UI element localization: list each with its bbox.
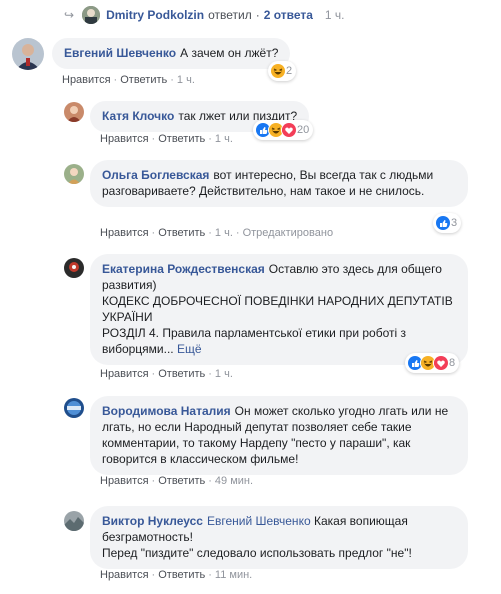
avatar[interactable] [64,511,84,531]
comment-actions: Нравится · Ответить · 49 мин. [100,475,254,487]
reply-time[interactable]: 1 ч. [325,7,345,23]
laughing-face-icon [270,63,286,79]
heart-icon [281,122,297,138]
mention-link[interactable]: Евгений Шевченко [207,514,311,528]
reply-button[interactable]: Ответить [158,368,205,380]
reply-author[interactable]: Dmitry Podkolzin [106,7,204,23]
comment-time[interactable]: 49 мин. [215,475,253,487]
reply-count[interactable]: 2 ответа [264,7,313,23]
comment-text-line: РОЗДІЛ 4. Правила парламентської етики п… [102,326,406,356]
reply-button[interactable]: Ответить [158,227,205,239]
comment-author[interactable]: Катя Клочко [102,109,174,123]
comment-author[interactable]: Евгений Шевченко [64,46,176,60]
comment-bubble: Виктор Нуклеусс Евгений Шевченко Какая во… [90,506,468,569]
comment-author[interactable]: Ольга Боглевская [102,168,209,182]
comment-author[interactable]: Вородимова Наталия [102,404,231,418]
replies-summary[interactable]: ↪ Dmitry Podkolzin ответил · 2 ответа 1 … [64,6,345,24]
comment-bubble: Ольга Боглевская вот интересно, Вы всегда… [90,160,468,207]
reactions-summary[interactable]: 2 [268,61,297,81]
thumbs-up-icon [435,215,451,231]
comment-bubble: Вородимова Наталия Он может сколько угодн… [90,396,468,475]
edited-label[interactable]: Отредактировано [243,227,334,239]
heart-icon [433,355,449,371]
comment-author[interactable]: Виктор Нуклеусс [102,514,203,528]
avatar[interactable] [12,38,44,70]
like-button[interactable]: Нравится [100,133,149,145]
comment-time[interactable]: 1 ч. [215,227,233,239]
reactions-count: 20 [297,124,310,136]
reactions-count: 3 [451,217,458,229]
comment-actions: Нравится · Ответить · 1 ч. [62,74,195,86]
comment-actions: Нравится · Ответить · 11 мин. [100,569,253,581]
comment-actions: Нравится · Ответить · 1 ч. [100,133,233,145]
reply-button[interactable]: Ответить [158,569,205,581]
comment-time[interactable]: 1 ч. [177,74,195,86]
comment-actions: Нравится · Ответить · 1 ч. [100,368,233,380]
avatar[interactable] [82,6,101,24]
comment-time[interactable]: 1 ч. [215,368,233,380]
like-button[interactable]: Нравится [100,368,149,380]
reply-button[interactable]: Ответить [158,475,205,487]
avatar[interactable] [64,102,84,122]
reactions-summary[interactable]: 20 [253,120,314,140]
reactions-summary[interactable]: 8 [405,353,460,373]
avatar[interactable] [64,258,84,278]
avatar[interactable] [64,398,84,418]
comment-bubble: Евгений Шевченко А зачем он лжёт? [52,38,291,69]
comment-author[interactable]: Екатерина Рождественская [102,262,265,276]
reactions-count: 8 [449,357,456,369]
reactions-summary[interactable]: 3 [433,213,462,233]
reply-button[interactable]: Ответить [120,74,167,86]
avatar[interactable] [64,164,84,184]
reply-button[interactable]: Ответить [158,133,205,145]
comment-actions: Нравится · Ответить · 1 ч. · Отредактировано [100,227,334,239]
like-button[interactable]: Нравится [100,227,149,239]
comment-time[interactable]: 11 мин. [215,569,252,581]
comment-text: А зачем он лжёт? [180,46,279,60]
comment-bubble: Екатерина Рождественская Оставлю это здес… [90,254,468,365]
comment-time[interactable]: 1 ч. [215,133,233,145]
separator: · [255,8,260,22]
like-button[interactable]: Нравится [100,569,149,581]
reactions-count: 2 [286,65,293,77]
reply-arrow-icon: ↪ [64,8,75,22]
comment-text-line: КОДЕКС ДОБРОЧЕСНОЇ ПОВЕДІНКИ НАРОДНИХ ДЕ… [102,294,453,324]
reply-verb: ответил [208,8,252,22]
like-button[interactable]: Нравится [100,475,149,487]
see-more-link[interactable]: Ещё [177,342,202,356]
like-button[interactable]: Нравится [62,74,111,86]
comment-text-line: Перед "пиздите" следовало использовать п… [102,546,412,560]
